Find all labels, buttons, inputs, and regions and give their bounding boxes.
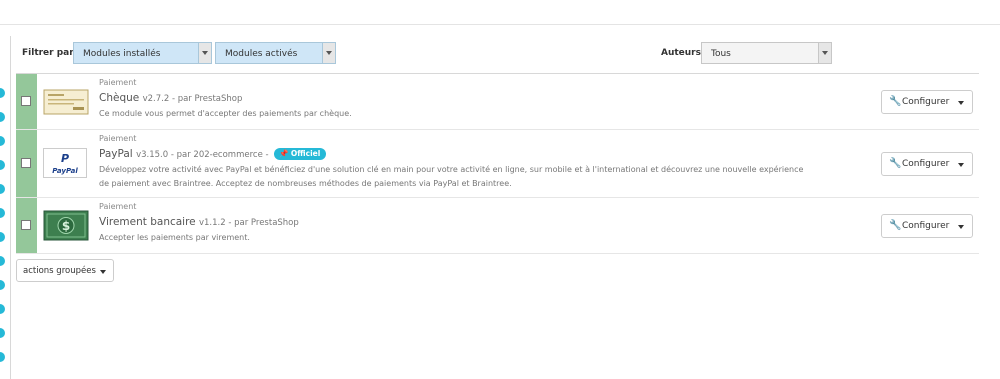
configure-button[interactable]: 🔧 Configurer xyxy=(881,90,973,114)
sidebar-indicator-icon[interactable] xyxy=(0,256,5,266)
cheque-logo-icon xyxy=(43,87,89,117)
module-checkbox[interactable] xyxy=(21,158,31,168)
module-list: Paiement Chèque v2.7.2 - par PrestaShop … xyxy=(16,73,979,254)
module-version: v1.1.2 - par PrestaShop xyxy=(198,218,299,228)
top-header-bar xyxy=(0,0,1000,25)
enabled-modules-select[interactable]: Modules activés xyxy=(215,42,336,64)
sidebar-indicator-icon[interactable] xyxy=(0,352,5,362)
svg-text:$: $ xyxy=(62,219,70,233)
left-sidebar-edge xyxy=(0,36,11,379)
module-description: Développez votre activité avec PayPal et… xyxy=(99,165,804,188)
chevron-down-icon xyxy=(818,43,831,63)
module-name: Virement bancaire v1.1.2 - par PrestaSho… xyxy=(99,216,299,228)
module-row: P PayPal Paiement PayPal v3.15.0 - par 2… xyxy=(16,130,979,198)
caret-down-icon[interactable] xyxy=(958,163,964,167)
sidebar-indicator-icon[interactable] xyxy=(0,88,5,98)
authors-select[interactable]: Tous xyxy=(701,42,832,64)
configure-button[interactable]: 🔧 Configurer xyxy=(881,214,973,238)
sidebar-indicator-icon[interactable] xyxy=(0,184,5,194)
module-category: Paiement xyxy=(99,134,137,143)
module-version: v2.7.2 - par PrestaShop xyxy=(142,94,243,104)
sidebar-indicator-icon[interactable] xyxy=(0,208,5,218)
wrench-icon: 🔧 xyxy=(889,220,902,231)
module-row: Paiement Chèque v2.7.2 - par PrestaShop … xyxy=(16,74,979,130)
sidebar-indicator-icon[interactable] xyxy=(0,232,5,242)
configure-button[interactable]: 🔧 Configurer xyxy=(881,152,973,176)
filter-label: Filtrer par xyxy=(22,48,74,58)
chevron-down-icon xyxy=(198,43,211,63)
sidebar-indicator-icon[interactable] xyxy=(0,280,5,290)
module-description: Ce module vous permet d'accepter des pai… xyxy=(99,109,352,118)
bulk-actions-button[interactable]: actions groupées xyxy=(16,259,114,282)
module-checkbox[interactable] xyxy=(21,220,31,230)
chevron-down-icon xyxy=(322,43,335,63)
module-category: Paiement xyxy=(99,202,137,211)
sidebar-indicator-icon[interactable] xyxy=(0,112,5,122)
sidebar-indicator-icon[interactable] xyxy=(0,304,5,314)
module-row: $ Paiement Virement bancaire v1.1.2 - pa… xyxy=(16,198,979,254)
module-name: PayPal v3.15.0 - par 202-ecommerce - 📌 O… xyxy=(99,148,327,160)
wrench-icon: 🔧 xyxy=(889,158,902,169)
paypal-logo-icon: P PayPal xyxy=(43,148,87,178)
authors-label: Auteurs xyxy=(661,48,701,58)
caret-down-icon[interactable] xyxy=(958,101,964,105)
filter-bar: Filtrer par Modules installés Modules ac… xyxy=(16,40,978,70)
sidebar-indicator-icon[interactable] xyxy=(0,328,5,338)
official-badge: 📌 Officiel xyxy=(273,148,327,160)
module-description: Accepter les paiements par virement. xyxy=(99,233,250,242)
caret-down-icon xyxy=(100,270,106,274)
sidebar-indicator-icon[interactable] xyxy=(0,136,5,146)
module-name: Chèque v2.7.2 - par PrestaShop xyxy=(99,92,243,104)
svg-text:P: P xyxy=(61,152,69,165)
wrench-icon: 🔧 xyxy=(889,96,902,107)
banknote-logo-icon: $ xyxy=(43,210,89,241)
svg-text:PayPal: PayPal xyxy=(52,167,78,175)
installed-modules-select[interactable]: Modules installés xyxy=(73,42,212,64)
caret-down-icon[interactable] xyxy=(958,225,964,229)
sidebar-indicator-icon[interactable] xyxy=(0,160,5,170)
module-version: v3.15.0 - par 202-ecommerce - xyxy=(136,150,269,160)
module-checkbox[interactable] xyxy=(21,96,31,106)
module-category: Paiement xyxy=(99,78,137,87)
